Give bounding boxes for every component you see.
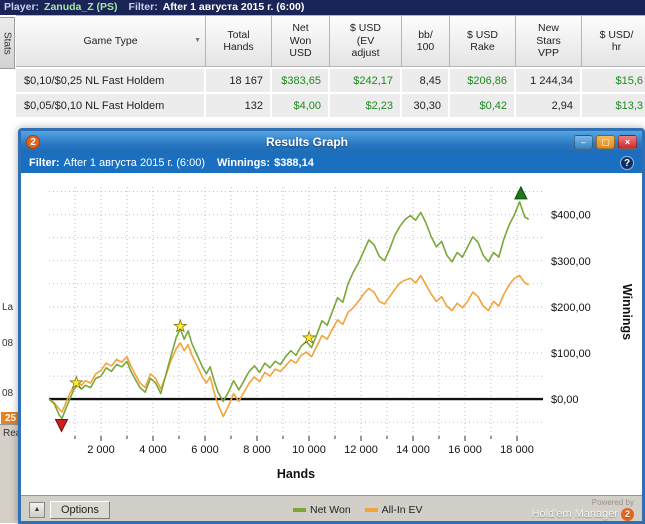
background-fragment: 08 [2,388,14,399]
column-bb100[interactable]: bb/ 100 [402,15,450,67]
cell-ev-adjust: $242,17 [330,69,402,92]
top-filter-value: After 1 августа 2015 г. (6:00) [162,1,305,13]
cell-rake: $206,86 [450,69,516,92]
close-button[interactable]: × [618,135,637,149]
table-header: Game Type ▼ Total Hands Net Won USD $ US… [16,15,645,67]
legend-net-won-label: Net Won [310,503,351,516]
column-total-hands[interactable]: Total Hands [206,15,272,67]
x-axis-label: Hands [277,467,315,481]
hm2-badge-icon: 2 [621,507,634,521]
svg-text:$200,00: $200,00 [551,302,591,314]
column-net-won[interactable]: Net Won USD [272,15,330,67]
cell-total-hands: 18 167 [206,69,272,92]
series-all-in-ev [48,274,530,418]
legend-all-in-ev-label: All-In EV [381,503,423,516]
y-axis-label: Winnings [620,284,634,340]
stats-tab[interactable]: Stats [0,17,15,69]
stats-tab-label: Stats [1,31,13,55]
table-row[interactable]: $0,10/$0,25 NL Fast Holdem 18 167 $383,6… [16,69,645,92]
chart-legend: Net Won All-In EV [293,504,423,516]
background-fragment: La [2,302,14,313]
brand-name: Hold'em Manager [531,507,618,520]
svg-text:12 000: 12 000 [344,444,378,456]
cell-usd-hr: $15,6 [582,69,645,92]
cell-game-type: $0,10/$0,25 NL Fast Holdem [16,69,206,92]
window-controls: – ▢ × [574,135,637,149]
maximize-button[interactable]: ▢ [596,135,615,149]
hm2-logo-icon: 2 [26,135,40,149]
star-marker: ★ [69,375,83,392]
status-bar: Read [0,424,27,523]
top-filter-label: Filter: [128,1,158,13]
svg-text:$300,00: $300,00 [551,256,591,268]
graph-filter-bar: Filter: After 1 августа 2015 г. (6:00) W… [21,153,642,173]
svg-text:16 000: 16 000 [448,444,482,456]
net-won-swatch [293,507,306,512]
graph-filter-value: After 1 августа 2015 г. (6:00) [63,157,206,169]
column-stars-vpp[interactable]: New Stars VPP [516,15,582,67]
table-row[interactable]: $0,05/$0,10 NL Fast Holdem 132 $4,00 $2,… [16,94,645,117]
svg-text:8 000: 8 000 [243,444,271,456]
winnings-label: Winnings: [217,157,271,169]
cell-ev-adjust: $2,23 [330,94,402,117]
cell-rake: $0,42 [450,94,516,117]
low-marker [54,419,69,433]
results-graph-window: 2 Results Graph – ▢ × Filter: After 1 ав… [18,128,645,524]
svg-text:18 000: 18 000 [500,444,534,456]
column-dropdown-icon[interactable]: ▼ [194,37,201,45]
svg-text:2 000: 2 000 [87,444,115,456]
svg-text:$100,00: $100,00 [551,348,591,360]
svg-text:10 000: 10 000 [292,444,326,456]
winnings-value: $388,14 [274,157,314,169]
background-fragment: 08 [2,338,14,349]
column-game-type[interactable]: Game Type ▼ [16,15,206,67]
chart-area: 2 000 4 000 6 000 8 000 10 000 12 000 14 000 16… [21,173,642,495]
column-usd-hr[interactable]: $ USD/ hr [582,15,645,67]
cell-bb100: 8,45 [402,69,450,92]
results-graph-chart: 2 000 4 000 6 000 8 000 10 000 12 000 14 000 16… [48,185,634,481]
options-button[interactable]: Options [50,500,110,519]
cell-net-won: $383,65 [272,69,330,92]
column-game-type-label: Game Type [83,34,138,47]
svg-text:$0,00: $0,00 [551,394,579,406]
results-table: Game Type ▼ Total Hands Net Won USD $ US… [16,15,645,117]
cell-total-hands: 132 [206,94,272,117]
help-button[interactable]: ? [620,156,634,170]
graph-bottom-bar: ▲ Options Net Won All-In EV Powered by H… [21,495,642,521]
window-title: Results Graph [265,135,349,149]
svg-text:14 000: 14 000 [396,444,430,456]
player-label: Player: [4,1,40,13]
graph-filter-label: Filter: [29,157,60,169]
cell-game-type: $0,05/$0,10 NL Fast Holdem [16,94,206,117]
titlebar[interactable]: 2 Results Graph – ▢ × [21,131,642,153]
player-name: Zanuda_Z (PS) [44,1,118,13]
all-in-ev-swatch [364,507,378,512]
minimize-button[interactable]: – [574,135,593,149]
cell-stars-vpp: 1 244,34 [516,69,582,92]
column-ev-adjust[interactable]: $ USD (EV adjust [330,15,402,67]
player-filter-bar: Player: Zanuda_Z (PS) Filter: After 1 ав… [0,0,645,15]
holdem-manager-brand: Powered by Hold'em Manager 2 [531,498,634,521]
star-marker: ★ [173,318,187,335]
cell-usd-hr: $13,3 [582,94,645,117]
svg-text:$400,00: $400,00 [551,210,591,222]
cell-stars-vpp: 2,94 [516,94,582,117]
cell-net-won: $4,00 [272,94,330,117]
svg-text:6 000: 6 000 [191,444,219,456]
collapse-button[interactable]: ▲ [29,501,45,518]
powered-by-label: Powered by [591,498,634,508]
cell-bb100: 30,30 [402,94,450,117]
svg-text:4 000: 4 000 [139,444,167,456]
column-rake[interactable]: $ USD Rake [450,15,516,67]
series-net-won [48,200,530,420]
peak-marker [514,185,528,200]
star-marker: ★ [302,330,316,347]
